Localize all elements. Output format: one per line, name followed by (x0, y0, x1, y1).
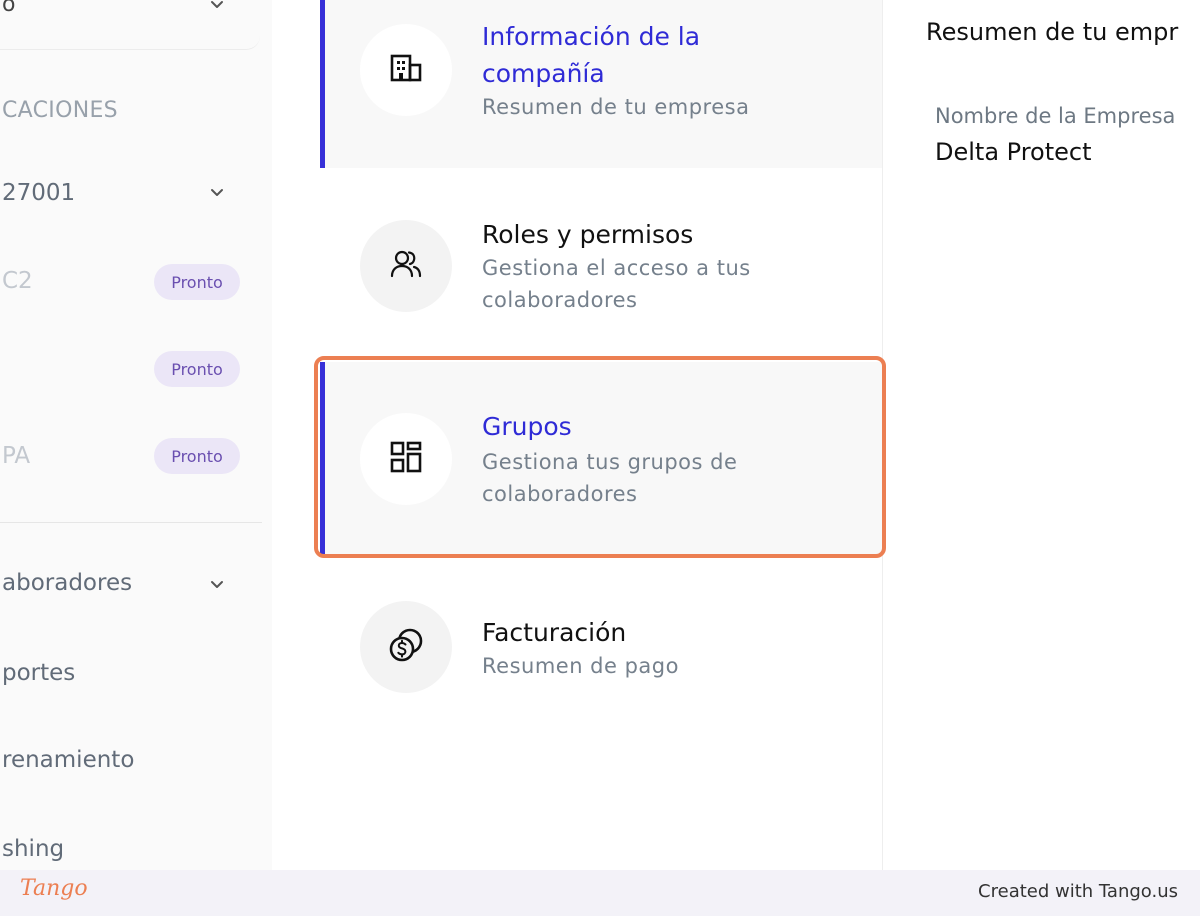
status-badge: Pronto (154, 438, 240, 474)
chevron-down-icon[interactable] (210, 188, 223, 200)
panel-title: Resumen de tu empr (926, 18, 1179, 46)
users-icon (389, 248, 423, 284)
sidebar-item-label: portes (2, 660, 76, 686)
sidebar-divider (0, 522, 262, 523)
sidebar-item-label: renamiento (2, 747, 135, 773)
sidebar-item-label: 27001 (2, 180, 76, 206)
status-badge: Pronto (154, 264, 240, 300)
active-indicator (320, 0, 325, 168)
company-name-label: Nombre de la Empresa (935, 104, 1176, 128)
sidebar-item-label: PA (2, 443, 31, 469)
menu-item-title-line2: compañía (482, 59, 605, 88)
sidebar-item-label: aboradores (2, 570, 133, 596)
status-badge: Pronto (154, 351, 240, 387)
menu-item-roles[interactable]: Roles y permisos Gestiona el acceso a tu… (320, 170, 882, 356)
menu-item-title: Roles y permisos (482, 220, 694, 249)
building-icon (389, 53, 423, 87)
step-highlight (314, 356, 886, 558)
menu-icon-circle (360, 24, 452, 116)
sidebar-top-label: o (2, 0, 16, 17)
sidebar-item-label: C2 (2, 268, 33, 294)
menu-item-subtitle: Gestiona el acceso a tus (482, 256, 751, 280)
menu-icon-circle (360, 601, 452, 693)
menu-item-billing[interactable]: Facturación Resumen de pago (320, 560, 882, 740)
menu-item-subtitle: Resumen de pago (482, 654, 679, 678)
coins-icon (386, 625, 426, 669)
sidebar-item-label: shing (2, 836, 65, 862)
sidebar-section-label: CACIONES (2, 98, 118, 123)
created-with-text: Created with Tango.us (978, 881, 1178, 902)
menu-item-title: Facturación (482, 618, 627, 647)
sidebar: o CACIONES 27001 C2 Pronto Pronto PA Pro… (0, 0, 272, 870)
menu-item-subtitle: Resumen de tu empresa (482, 95, 750, 119)
footer: Tango Created with Tango.us (0, 870, 1200, 916)
menu-item-company-info[interactable]: Información de la compañía Resumen de tu… (320, 0, 882, 168)
tango-logo: Tango (20, 876, 88, 901)
chevron-down-icon[interactable] (210, 580, 223, 592)
menu-item-subtitle-line2: colaboradores (482, 288, 638, 312)
company-name-value: Delta Protect (935, 138, 1092, 166)
chevron-down-icon[interactable] (210, 0, 223, 12)
menu-item-title: Información de la (482, 22, 701, 51)
menu-icon-circle (360, 220, 452, 312)
